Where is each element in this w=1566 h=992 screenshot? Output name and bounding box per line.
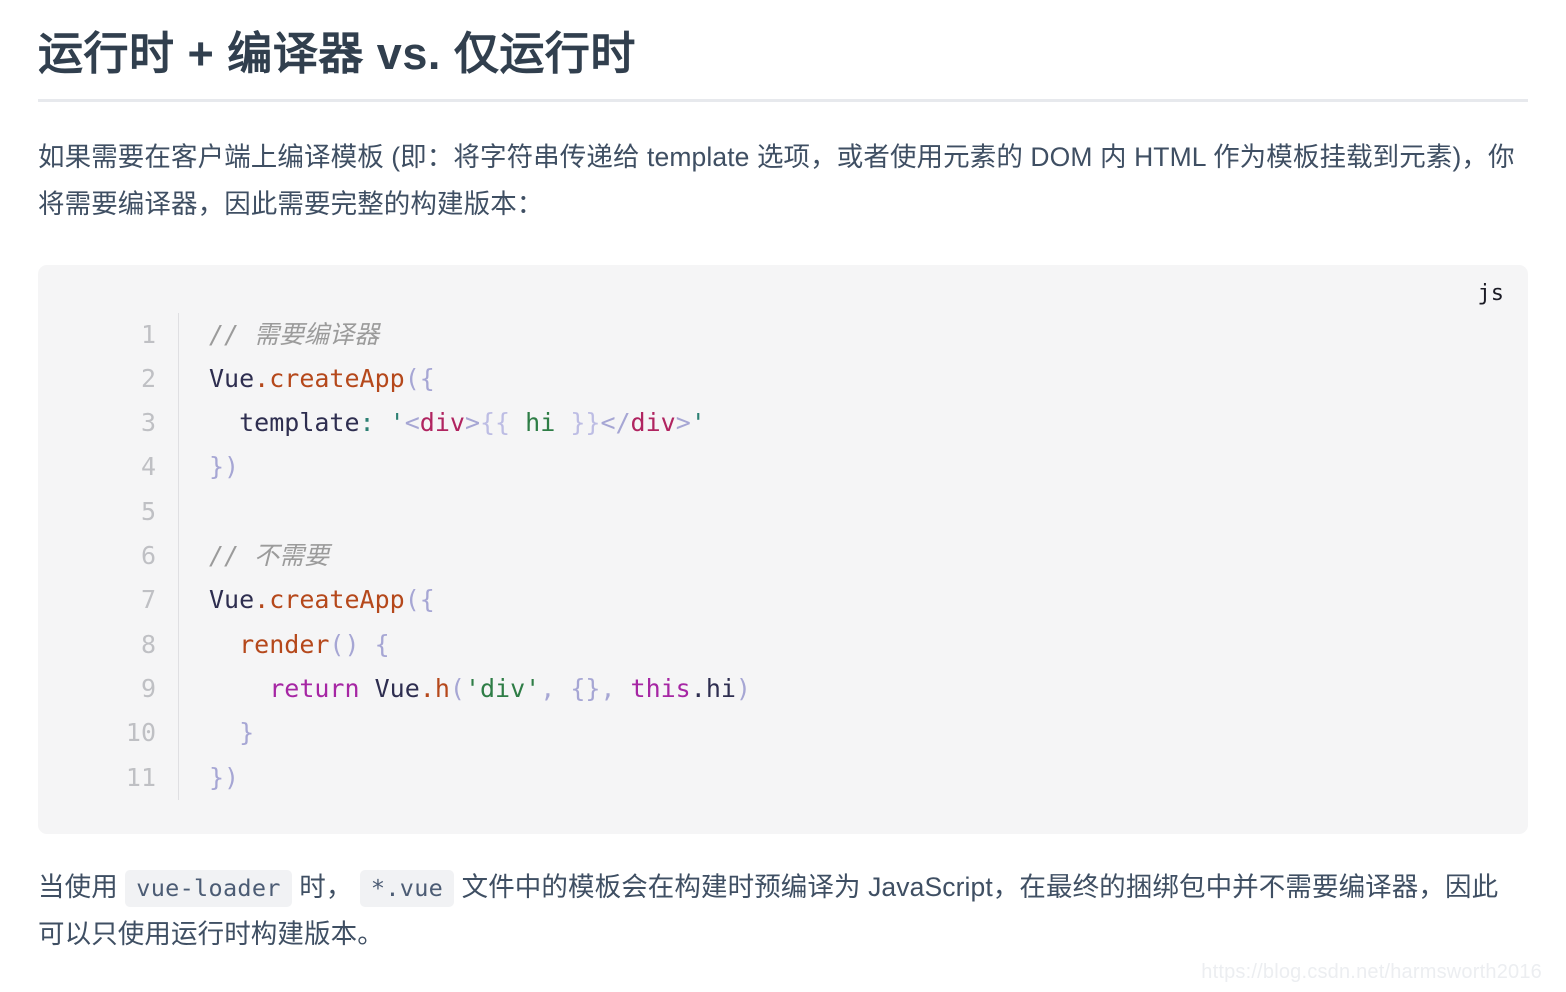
code-token-quote-open: ' <box>389 408 405 438</box>
code-token-quote-close: ' <box>690 408 706 438</box>
code-token-keyword-this: this <box>630 673 691 703</box>
inline-code-vue-loader: vue-loader <box>125 869 292 907</box>
code-line-4: }) <box>209 445 1528 489</box>
code-token-punct: ({ <box>404 585 435 615</box>
code-token-object: Vue <box>374 673 420 703</box>
code-token-interpolation: hi <box>510 408 571 438</box>
code-token-function: render <box>239 629 330 659</box>
code-token-comma: , <box>540 673 571 703</box>
code-line-9: return Vue.h('div', {}, this.hi) <box>209 667 1528 711</box>
code-token-indent <box>209 718 239 747</box>
code-token-indent <box>209 630 239 659</box>
code-block: js 1 2 3 4 5 6 7 8 9 10 11 // 需要编译器 Vue.… <box>38 264 1529 834</box>
article-page: 运行时 + 编译器 vs. 仅运行时 如果需要在客户端上编译模板 (即：将字符串… <box>0 0 1566 958</box>
closing-text-seg1: 当使用 <box>38 871 126 902</box>
line-number: 3 <box>140 408 156 438</box>
code-token-tag-name: div <box>419 408 465 438</box>
code-token-brace: } <box>239 718 255 748</box>
closing-text-seg2: 时， <box>291 871 360 902</box>
line-number: 4 <box>140 452 156 482</box>
code-token-punct: ({ <box>404 363 435 393</box>
code-token-mustache-close: }} <box>570 408 601 438</box>
code-token-angle-close: > <box>464 408 480 438</box>
line-number: 7 <box>140 585 156 615</box>
code-token-function: h <box>434 673 450 703</box>
code-token-colon: : <box>359 408 375 438</box>
code-token-key: template <box>239 408 360 438</box>
line-number-gutter: 1 2 3 4 5 6 7 8 9 10 11 <box>38 312 179 800</box>
code-token-indent <box>209 408 239 437</box>
watermark: https://blog.csdn.net/harmsworth2016 <box>1201 961 1542 983</box>
page-title: 运行时 + 编译器 vs. 仅运行时 <box>38 28 636 79</box>
code-token-function: createApp <box>269 363 405 393</box>
code-token-comment: // 不需要 <box>209 541 330 571</box>
line-number: 1 <box>140 319 156 349</box>
code-token-brace: { <box>374 629 390 659</box>
code-line-11: }) <box>209 756 1528 800</box>
code-token-closetag-end: > <box>675 408 691 438</box>
code-line-3: template: '<div>{{ hi }}</div>' <box>209 401 1528 445</box>
code-token-indent <box>209 674 269 703</box>
code-line-2: Vue.createApp({ <box>209 357 1528 401</box>
code-content[interactable]: // 需要编译器 Vue.createApp({ template: '<div… <box>179 313 1529 800</box>
line-number: 11 <box>125 762 156 792</box>
line-number: 10 <box>125 718 156 748</box>
closing-paragraph: 当使用 vue-loader 时， *.vue 文件中的模板会在构建时预编译为 … <box>38 864 1518 958</box>
line-number: 6 <box>140 541 156 571</box>
code-token-comment: // 需要编译器 <box>209 319 380 349</box>
code-token-mustache-open: {{ <box>480 408 511 438</box>
code-table: 1 2 3 4 5 6 7 8 9 10 11 // 需要编译器 Vue.cre… <box>38 312 1529 800</box>
code-token-paren-open: ( <box>449 673 465 703</box>
code-line-1: // 需要编译器 <box>209 313 1528 357</box>
line-number: 5 <box>140 496 156 526</box>
code-token-dot: . <box>690 673 706 703</box>
code-token-parens: () <box>329 629 360 659</box>
inline-code-vue-file: *.vue <box>359 869 455 907</box>
code-token-empty-object: {} <box>570 673 601 703</box>
code-token-paren-close: ) <box>735 673 751 703</box>
line-number: 9 <box>140 673 156 703</box>
code-token-function: createApp <box>269 585 405 615</box>
code-language-label: js <box>1477 280 1505 306</box>
code-token-property: hi <box>705 673 736 703</box>
code-token-closetag-name: div <box>630 408 676 438</box>
code-line-7: Vue.createApp({ <box>209 578 1528 622</box>
code-token-punct: }) <box>209 762 240 792</box>
code-token-angle-open: < <box>404 408 420 438</box>
code-token-closetag-open: </ <box>600 408 631 438</box>
code-line-10: } <box>209 711 1528 755</box>
line-number: 8 <box>140 629 156 659</box>
code-token-comma: , <box>600 673 631 703</box>
code-token-object: Vue <box>209 363 255 393</box>
code-token-dot: . <box>254 585 270 615</box>
code-token-dot: . <box>254 363 270 393</box>
code-token-punct: }) <box>209 452 240 482</box>
code-token-object: Vue <box>209 585 255 615</box>
code-line-6: // 不需要 <box>209 534 1528 578</box>
code-token-string: 'div' <box>464 673 541 703</box>
line-number: 2 <box>140 363 156 393</box>
code-line-8: render() { <box>209 623 1528 667</box>
title-divider <box>38 99 1528 103</box>
code-token-keyword-return: return <box>269 673 360 703</box>
code-token-dot: . <box>419 673 435 703</box>
intro-paragraph: 如果需要在客户端上编译模板 (即：将字符串传递给 template 选项，或者使… <box>38 142 1515 220</box>
